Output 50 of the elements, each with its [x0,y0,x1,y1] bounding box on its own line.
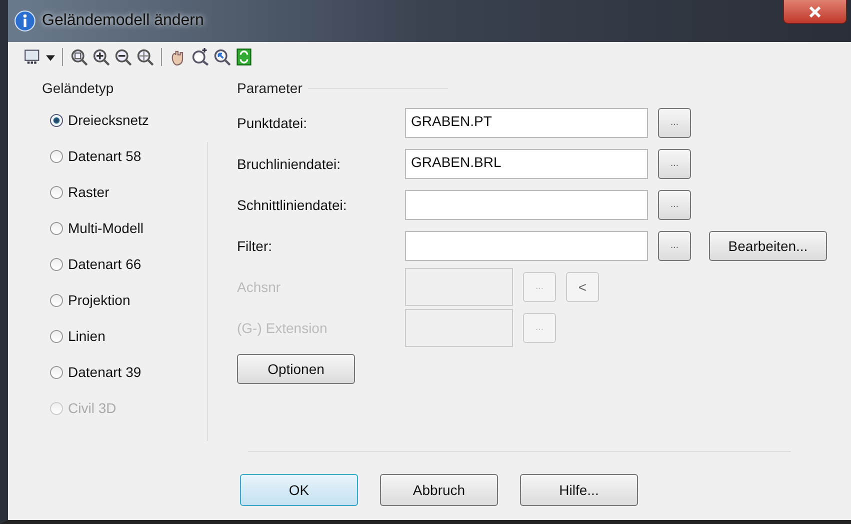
field-label: Filter: [237,238,273,254]
radio-button[interactable] [50,258,63,270]
radio-label[interactable]: Linien [68,328,106,344]
zoom-window-icon[interactable] [70,48,88,66]
input-field[interactable] [405,308,513,346]
radio-label[interactable]: Datenart 58 [68,148,142,164]
refresh-document-icon[interactable] [235,48,253,66]
input-field[interactable] [405,190,648,220]
zoom-previous-icon[interactable] [191,48,209,66]
radio-label[interactable]: Datenart 66 [68,256,142,272]
window-title: Geländemodell ändern [42,12,204,30]
zoom-out-icon[interactable] [114,48,132,66]
group-label: Geländetyp [42,80,114,96]
group-label: Parameter [237,80,302,96]
radio-label[interactable]: Multi-Modell [68,220,144,236]
input-field[interactable]: GRABEN.BRL [405,148,648,178]
radio-label[interactable]: Projektion [68,292,130,308]
caret-icon[interactable] [46,52,55,62]
radio-button[interactable] [50,150,63,162]
radio-button[interactable] [50,366,63,378]
zoom-in-icon[interactable] [92,48,110,66]
zoom-extents-icon[interactable] [136,48,154,66]
radio-button[interactable] [50,330,63,342]
radio-button[interactable] [50,186,63,198]
dialog-button[interactable]: Hilfe... [520,474,638,506]
action-button[interactable]: Bearbeiten... [709,230,827,260]
input-field[interactable] [405,268,513,306]
field-label: Bruchliniendatei: [237,156,342,172]
info-icon [14,10,36,32]
radio-button[interactable] [50,114,63,126]
radio-label[interactable]: Raster [68,184,110,200]
browse-button[interactable]: ... [658,148,691,178]
radio-button[interactable] [50,294,63,306]
options-button[interactable]: Optionen [237,354,355,384]
close-icon [808,4,822,18]
browse-button[interactable]: ... [658,230,691,260]
input-field[interactable]: GRABEN.PT [405,108,648,138]
zoom-arrow-icon[interactable] [213,48,231,66]
radio-button[interactable] [50,222,63,234]
field-label: Schnittliniendatei: [237,196,348,212]
radio-label[interactable]: Dreiecksnetz [68,112,149,128]
monitor-icon[interactable] [24,48,42,66]
dialog-button[interactable]: OK [240,474,358,506]
field-label: Punktdatei: [237,114,308,130]
radio-label[interactable]: Datenart 39 [68,364,142,380]
dialog-button[interactable]: Abbruch [380,474,498,506]
browse-button[interactable]: ... [658,108,691,138]
close-button[interactable] [783,0,847,24]
browse-button[interactable]: ... [658,190,691,220]
input-field[interactable] [405,230,648,260]
